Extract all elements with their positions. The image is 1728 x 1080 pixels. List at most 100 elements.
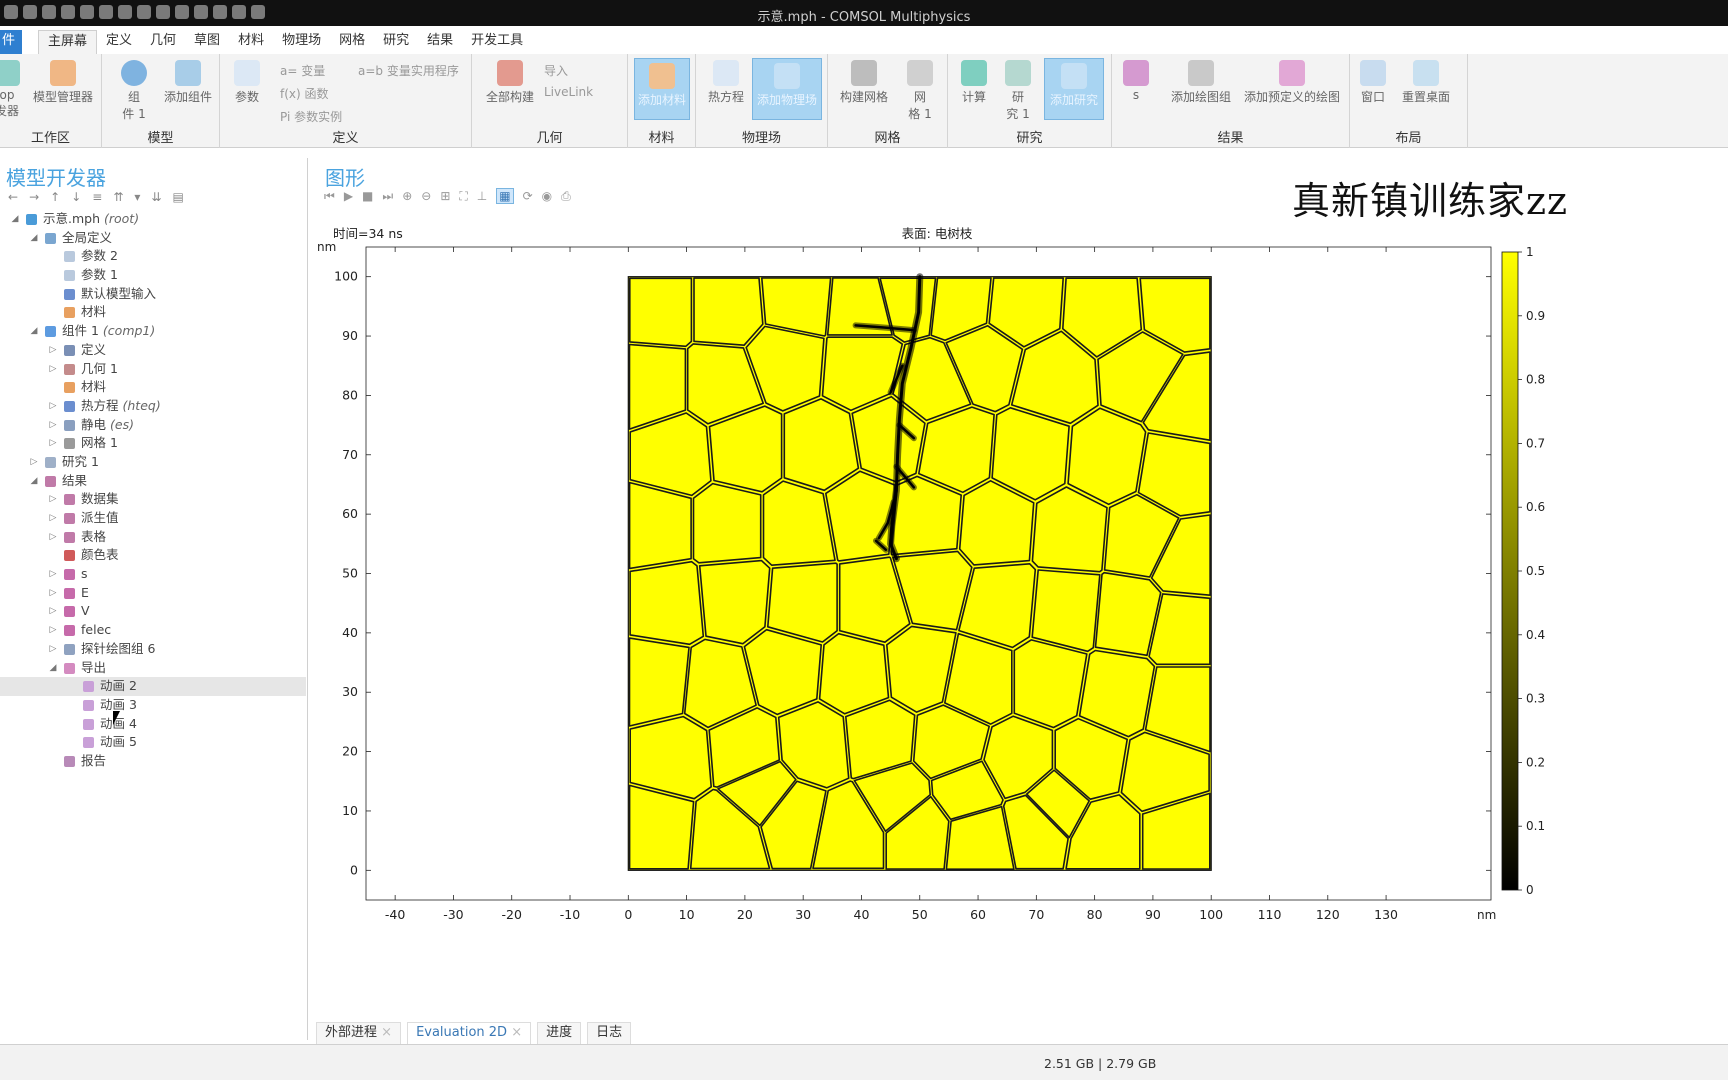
tree-item[interactable]: ▷ 数据集: [0, 490, 306, 509]
add-predefined-plot-button[interactable]: 添加预定义的绘图: [1236, 60, 1348, 105]
expand-arrow-icon[interactable]: ▷: [48, 565, 58, 584]
stop-icon[interactable]: ■: [362, 189, 373, 203]
tab-sketch[interactable]: 草图: [185, 30, 229, 54]
tree-item[interactable]: 动画 5: [0, 733, 306, 752]
tree-item[interactable]: 报告: [0, 752, 306, 771]
collapse-arrow-icon[interactable]: ◢: [10, 210, 20, 229]
collapse-all-icon[interactable]: ≡: [92, 190, 102, 204]
import-button[interactable]: 导入: [544, 62, 568, 79]
last-frame-icon[interactable]: ⏭: [382, 189, 393, 204]
expand-arrow-icon[interactable]: ▷: [48, 360, 58, 379]
variables-button[interactable]: a= 变量: [280, 62, 325, 79]
tab-definitions[interactable]: 定义: [97, 30, 141, 54]
add-plot-group-button[interactable]: 添加绘图组: [1166, 60, 1236, 105]
component-button[interactable]: 组 件 1: [116, 60, 152, 122]
tree-item[interactable]: 动画 4: [0, 715, 306, 734]
tree-item[interactable]: ▷ 静电 (es): [0, 416, 306, 435]
add-study-button[interactable]: 添加研究: [1044, 58, 1104, 120]
expand-arrow-icon[interactable]: ▷: [48, 584, 58, 603]
tree-item[interactable]: ▷ felec: [0, 621, 306, 640]
tree-item[interactable]: 材料: [0, 378, 306, 397]
tab-results[interactable]: 结果: [418, 30, 462, 54]
expand-arrow-icon[interactable]: ▷: [48, 621, 58, 640]
tab-evaluation-2d[interactable]: Evaluation 2D ×: [407, 1022, 532, 1044]
parameters-button[interactable]: 参数: [232, 60, 262, 105]
graphics-canvas[interactable]: 时间=34 ns 表面: 电树枝 nm -40 -30 -20 -10 0 10 20 30 4…: [316, 220, 1728, 1010]
tree-item[interactable]: ▷ 定义: [0, 341, 306, 360]
zoom-box-icon[interactable]: ⊞: [440, 189, 450, 203]
tab-materials[interactable]: 材料: [229, 30, 273, 54]
collapse-arrow-icon[interactable]: ◢: [29, 322, 39, 341]
axes-icon[interactable]: ⊥: [477, 189, 487, 203]
collapse-arrow-icon[interactable]: ◢: [29, 472, 39, 491]
print-icon[interactable]: ⎙: [561, 189, 571, 204]
forward-icon[interactable]: →: [29, 190, 39, 204]
study1-button[interactable]: 研 究 1: [1000, 60, 1036, 122]
tree-item[interactable]: ▷ V: [0, 602, 306, 621]
expand-arrow-icon[interactable]: ▷: [48, 528, 58, 547]
tree-item[interactable]: ◢ 导出: [0, 659, 306, 678]
reset-desktop-button[interactable]: 重置桌面: [1396, 60, 1456, 105]
tab-geometry[interactable]: 几何: [141, 30, 185, 54]
close-icon[interactable]: ×: [511, 1025, 522, 1040]
tab-mesh[interactable]: 网格: [330, 30, 374, 54]
tree-item[interactable]: 参数 1: [0, 266, 306, 285]
tree-item[interactable]: ▷ 几何 1: [0, 360, 306, 379]
zoom-out-icon[interactable]: ⊖: [421, 189, 431, 203]
expand-arrow-icon[interactable]: ▷: [48, 434, 58, 453]
livelink-button[interactable]: LiveLink: [544, 85, 593, 99]
tree-item[interactable]: 默认模型输入: [0, 285, 306, 304]
tree-item[interactable]: ▷ 探针绘图组 6: [0, 640, 306, 659]
tab-physics[interactable]: 物理场: [273, 30, 330, 54]
tree-item[interactable]: 动画 2: [0, 677, 306, 696]
tab-log[interactable]: 日志: [587, 1022, 632, 1044]
expand-arrow-icon[interactable]: ▷: [48, 416, 58, 435]
tree-item[interactable]: 颜色表: [0, 546, 306, 565]
move-up-icon[interactable]: ↑: [50, 190, 60, 204]
model-manager-button[interactable]: 模型管理器: [28, 60, 98, 105]
expand-arrow-icon[interactable]: ▷: [48, 509, 58, 528]
mesh1-button[interactable]: 网 格 1: [902, 60, 938, 122]
expand-arrow-icon[interactable]: ▷: [48, 640, 58, 659]
tree-item[interactable]: 参数 2: [0, 247, 306, 266]
tree-item[interactable]: ◢ 全局定义: [0, 229, 306, 248]
plot-s-button[interactable]: s: [1122, 60, 1150, 102]
tree-item[interactable]: ◢ 结果: [0, 472, 306, 491]
tree-item[interactable]: 材料: [0, 303, 306, 322]
expand-arrow-icon[interactable]: ▷: [48, 490, 58, 509]
rotate-icon[interactable]: ⟳: [523, 189, 533, 203]
tree-item[interactable]: ◢ 组件 1 (comp1): [0, 322, 306, 341]
view-mode-icon[interactable]: ▦: [496, 188, 514, 204]
build-all-button[interactable]: 全部构建: [480, 60, 540, 105]
sort-icon[interactable]: ⇊: [151, 190, 161, 204]
expand-arrow-icon[interactable]: ▷: [48, 397, 58, 416]
add-physics-button[interactable]: 添加物理场: [752, 58, 822, 120]
expand-sections-icon[interactable]: ⇈: [113, 190, 123, 204]
compute-button[interactable]: 计算: [958, 60, 990, 105]
zoom-in-icon[interactable]: ⊕: [402, 189, 412, 203]
tree-item[interactable]: ▷ 研究 1: [0, 453, 306, 472]
tree-item[interactable]: 动画 3: [0, 696, 306, 715]
tree-item[interactable]: ▷ 派生值: [0, 509, 306, 528]
camera-icon[interactable]: ◉: [542, 189, 552, 203]
view-icon[interactable]: ▤: [172, 190, 183, 204]
collapse-arrow-icon[interactable]: ◢: [48, 659, 58, 678]
add-material-button[interactable]: 添加材料: [634, 58, 690, 120]
collapse-arrow-icon[interactable]: ◢: [29, 229, 39, 248]
play-icon[interactable]: ▶: [344, 189, 353, 203]
tree-item[interactable]: ◢ 示意.mph (root): [0, 210, 306, 229]
tree-item[interactable]: ▷ 热方程 (hteq): [0, 397, 306, 416]
tree-item[interactable]: ▷ 表格: [0, 528, 306, 547]
tree-item[interactable]: ▷ s: [0, 565, 306, 584]
app-builder-button[interactable]: op 发器: [0, 60, 20, 119]
back-icon[interactable]: ←: [8, 190, 18, 204]
functions-button[interactable]: f(x) 函数: [280, 85, 329, 102]
variable-utilities-button[interactable]: a=b 变量实用程序: [358, 62, 459, 79]
expand-arrow-icon[interactable]: ▷: [48, 602, 58, 621]
tab-home[interactable]: 主屏幕: [38, 30, 98, 54]
tab-external-processes[interactable]: 外部进程 ×: [316, 1022, 402, 1044]
window-button[interactable]: 窗口: [1356, 60, 1390, 105]
tab-study[interactable]: 研究: [374, 30, 418, 54]
move-down-icon[interactable]: ↓: [71, 190, 81, 204]
first-frame-icon[interactable]: ⏮: [324, 189, 335, 204]
